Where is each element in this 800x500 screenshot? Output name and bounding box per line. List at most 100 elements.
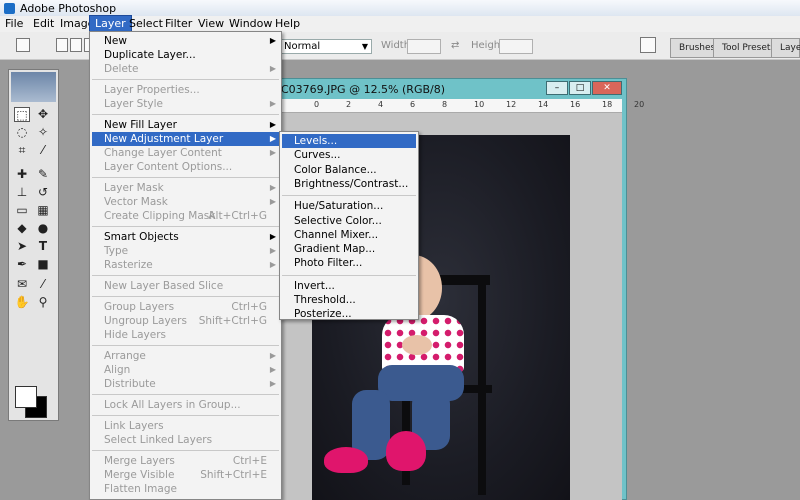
history-brush-icon[interactable]: ↺ [35, 185, 51, 200]
menu-item-curves[interactable]: Curves... [282, 148, 416, 162]
submenu-arrow-icon: ▶ [269, 246, 276, 255]
menu-item-layer-mask[interactable]: Layer Mask ▶ [92, 181, 279, 195]
blur-icon[interactable]: ◆ [14, 221, 30, 236]
menu-item-new-adjustment-layer[interactable]: New Adjustment Layer ▶ [92, 132, 279, 146]
menu-item-posterize[interactable]: Posterize... [282, 307, 416, 321]
healing-brush-icon[interactable]: ✚ [14, 167, 30, 182]
menu-item-delete[interactable]: Delete ▶ [92, 62, 279, 76]
menu-item-label: Layer Style [104, 98, 163, 110]
marquee-icon[interactable]: ⬚ [14, 107, 30, 122]
menu-bar: File Edit Image Layer Select Filter View Window… [0, 15, 800, 33]
menu-item-label: Hide Layers [104, 329, 167, 341]
horizontal-ruler: 0 2 4 6 8 10 12 14 16 18 20 [280, 99, 644, 113]
minimize-icon[interactable]: – [546, 81, 568, 95]
slice-icon[interactable]: ⁄ [35, 143, 51, 158]
menu-item-hue-saturation[interactable]: Hue/Saturation... [282, 199, 416, 213]
eyedropper-icon[interactable]: ⁄ [35, 277, 51, 292]
menu-item-change-layer-content[interactable]: Change Layer Content ▶ [92, 146, 279, 160]
menu-item-label: Ungroup Layers [104, 315, 187, 327]
maximize-icon[interactable]: □ [569, 81, 591, 95]
menu-item-type[interactable]: Type ▶ [92, 244, 279, 258]
menu-item-levels[interactable]: Levels... [282, 134, 416, 148]
hand-icon[interactable]: ✋ [14, 295, 30, 310]
clone-stamp-icon[interactable]: ⊥ [14, 185, 30, 200]
menu-help[interactable]: Help [270, 16, 305, 32]
crop-icon[interactable]: ⌗ [14, 143, 30, 158]
menu-item-lock-all-layers-in-group[interactable]: Lock All Layers in Group... [92, 398, 279, 412]
tab-layers[interactable]: Laye [771, 38, 800, 58]
menu-item-new-fill-layer[interactable]: New Fill Layer ▶ [92, 118, 279, 132]
brush-icon[interactable]: ✎ [35, 167, 51, 182]
menu-item-ungroup-layers[interactable]: Ungroup Layers Shift+Ctrl+G [92, 314, 279, 328]
menu-file[interactable]: File [0, 16, 28, 32]
submenu-arrow-icon: ▶ [269, 260, 276, 269]
menu-item-layer-properties[interactable]: Layer Properties... [92, 83, 279, 97]
width-field[interactable] [407, 39, 441, 54]
menu-item-group-layers[interactable]: Group Layers Ctrl+G [92, 300, 279, 314]
document-title: C03769.JPG @ 12.5% (RGB/8) [281, 83, 446, 96]
child-hands [402, 335, 432, 355]
menu-item-merge-layers[interactable]: Merge Layers Ctrl+E [92, 454, 279, 468]
dodge-icon[interactable]: ● [35, 221, 51, 236]
menu-item-label: Brightness/Contrast... [294, 177, 409, 190]
menu-item-label: Delete [104, 63, 139, 75]
shape-icon[interactable]: ■ [35, 257, 51, 272]
menu-item-label: New Layer Based Slice [104, 280, 224, 292]
menu-item-channel-mixer[interactable]: Channel Mixer... [282, 228, 416, 242]
menu-item-merge-visible[interactable]: Merge Visible Shift+Ctrl+E [92, 468, 279, 482]
menu-item-select-linked-layers[interactable]: Select Linked Layers [92, 433, 279, 447]
menu-item-label: Type [104, 245, 129, 257]
palette-well-icon[interactable] [640, 37, 656, 53]
ruler-tick: 16 [570, 100, 581, 109]
gradient-icon[interactable]: ▦ [35, 203, 51, 218]
pen-icon[interactable]: ✒ [14, 257, 30, 272]
menu-item-duplicate-layer[interactable]: Duplicate Layer... [92, 48, 279, 62]
magic-wand-icon[interactable]: ✧ [35, 125, 51, 140]
menu-item-photo-filter[interactable]: Photo Filter... [282, 256, 416, 270]
menu-item-new-layer-based-slice[interactable]: New Layer Based Slice [92, 279, 279, 293]
menu-item-label: Gradient Map... [294, 243, 376, 256]
submenu-arrow-icon: ▶ [269, 99, 276, 108]
close-icon[interactable]: ✕ [592, 81, 622, 95]
type-icon[interactable]: T [35, 239, 51, 254]
move-icon[interactable]: ✥ [35, 107, 51, 122]
menu-item-threshold[interactable]: Threshold... [282, 293, 416, 307]
menu-separator [92, 226, 279, 227]
menu-item-label: Flatten Image [104, 483, 177, 495]
menu-item-rasterize[interactable]: Rasterize ▶ [92, 258, 279, 272]
menu-item-gradient-map[interactable]: Gradient Map... [282, 242, 416, 256]
menu-item-smart-objects[interactable]: Smart Objects ▶ [92, 230, 279, 244]
menu-item-hide-layers[interactable]: Hide Layers [92, 328, 279, 342]
menu-item-arrange[interactable]: Arrange ▶ [92, 349, 279, 363]
menu-filter[interactable]: Filter [160, 16, 197, 32]
marquee-tool-icon[interactable] [16, 38, 30, 52]
menu-item-color-balance[interactable]: Color Balance... [282, 163, 416, 177]
menu-item-link-layers[interactable]: Link Layers [92, 419, 279, 433]
path-selection-icon[interactable]: ➤ [14, 239, 30, 254]
menu-item-selective-color[interactable]: Selective Color... [282, 214, 416, 228]
menu-item-brightness-contrast[interactable]: Brightness/Contrast... [282, 177, 416, 191]
menu-item-flatten-image[interactable]: Flatten Image [92, 482, 279, 496]
swap-icon[interactable]: ⇄ [451, 40, 459, 51]
menu-item-layer-style[interactable]: Layer Style ▶ [92, 97, 279, 111]
notes-icon[interactable]: ✉ [14, 277, 30, 292]
ruler-tick: 10 [474, 100, 485, 109]
shortcut-label: Ctrl+E [232, 455, 267, 467]
menu-item-invert[interactable]: Invert... [282, 279, 416, 293]
lasso-icon[interactable]: ◌ [14, 125, 30, 140]
menu-item-new[interactable]: New ▶ [92, 34, 279, 48]
foreground-color-swatch[interactable] [15, 386, 37, 408]
shortcut-label: Shift+Ctrl+E [200, 469, 267, 481]
add-selection-icon[interactable] [70, 38, 82, 52]
eraser-icon[interactable]: ▭ [14, 203, 30, 218]
height-field[interactable] [499, 39, 533, 54]
zoom-icon[interactable]: ⚲ [35, 295, 51, 310]
ruler-tick: 2 [346, 100, 352, 109]
style-select[interactable]: Normal ▼ [280, 39, 372, 54]
menu-item-align[interactable]: Align ▶ [92, 363, 279, 377]
menu-item-create-clipping-mask[interactable]: Create Clipping Mask Alt+Ctrl+G [92, 209, 279, 223]
menu-item-distribute[interactable]: Distribute ▶ [92, 377, 279, 391]
new-selection-icon[interactable] [56, 38, 68, 52]
menu-item-vector-mask[interactable]: Vector Mask ▶ [92, 195, 279, 209]
menu-item-layer-content-options[interactable]: Layer Content Options... [92, 160, 279, 174]
